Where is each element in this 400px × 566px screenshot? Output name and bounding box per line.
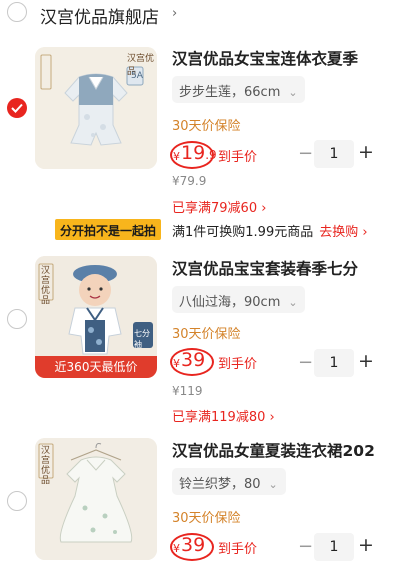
item-2-variant-selector[interactable]: 八仙过海，90cm ⌄ [172, 286, 305, 313]
item-3-price-protection: 30天价保险 [172, 511, 241, 526]
item-1-image[interactable]: 汉宫优品 5A [35, 47, 157, 169]
increase-button[interactable]: + [358, 534, 374, 556]
shop-name[interactable]: 汉宫优品旗舰店 [40, 3, 159, 28]
item-1-quantity-stepper: − 1 + [298, 140, 378, 168]
dress-image-icon [35, 438, 157, 560]
price-integer: 19 [181, 142, 206, 164]
item-2-brand-mark: 汉宫优品 [41, 266, 51, 306]
chevron-right-icon[interactable]: › [172, 6, 177, 21]
item-1-size-tag: 5A [131, 71, 143, 81]
item-1-discount-info[interactable]: 已享满79减60 › [172, 197, 266, 216]
item-1-title[interactable]: 汉宫优品女宝宝连体衣夏季 [172, 47, 397, 69]
item-2-price-protection: 30天价保险 [172, 327, 241, 342]
item-1-price-protection: 30天价保险 [172, 119, 241, 134]
item-1-price-label: 到手价 [218, 150, 258, 165]
quantity-input[interactable]: 1 [314, 349, 354, 377]
promo-row: 分开拍不是一起拍 满1件可换购1.99元商品 去换购 › [0, 219, 400, 241]
item-1-price-value: 19.9 [181, 142, 217, 164]
quantity-input[interactable]: 1 [314, 533, 354, 561]
item-3-quantity-stepper: − 1 + [298, 533, 378, 561]
item-3-title[interactable]: 汉宫优品女童夏装连衣裙202 [172, 439, 397, 461]
price-integer: 39 [181, 534, 206, 556]
item-2-discount-info[interactable]: 已享满119减80 › [172, 406, 275, 425]
item-1-checkbox[interactable] [7, 98, 27, 118]
cart-item-2: 汉宫优品 七分袖 近360天最低价 汉宫优品宝宝套装春季七分 八仙过海，90cm… [0, 256, 400, 426]
decrease-button[interactable]: − [298, 352, 313, 373]
price-integer: 39 [181, 349, 206, 371]
item-3-price-label: 到手价 [218, 542, 258, 557]
item-3-checkbox[interactable] [7, 491, 27, 511]
cart-item-1: 汉宫优品 5A 汉宫优品女宝宝连体衣夏季 步步生莲，66cm ⌄ 30天价保险 ¥… [0, 45, 400, 220]
increase-button[interactable]: + [358, 141, 374, 163]
item-2-sleeve-tag: 七分袖 [134, 329, 150, 349]
item-3-variant-label: 铃兰织梦，80 [179, 477, 261, 492]
lowest-price-tag: 近360天最低价 [35, 356, 157, 378]
increase-button[interactable]: + [358, 350, 374, 372]
item-2-quantity-stepper: − 1 + [298, 349, 378, 377]
quantity-input[interactable]: 1 [314, 140, 354, 168]
price-decimal: .9 [205, 148, 217, 162]
chevron-down-icon: ⌄ [288, 86, 298, 99]
promo-description: 满1件可换购1.99元商品 [172, 225, 314, 240]
shop-select-checkbox[interactable] [7, 2, 27, 22]
item-2-image[interactable]: 汉宫优品 七分袖 近360天最低价 [35, 256, 157, 378]
exchange-link[interactable]: 去换购 › [319, 225, 367, 240]
item-2-price-label: 到手价 [218, 357, 258, 372]
item-3-brand-mark: 汉宫优品 [41, 446, 51, 486]
decrease-button[interactable]: − [298, 536, 313, 557]
item-2-price-value: 39 [181, 349, 205, 371]
item-2-checkbox[interactable] [7, 309, 27, 329]
promo-badge: 分开拍不是一起拍 [55, 219, 162, 240]
item-3-image[interactable]: 汉宫优品 [35, 438, 157, 560]
cart-item-3: 汉宫优品 汉宫优品女童夏装连衣裙202 铃兰织梦，80 ⌄ 30天价保险 ¥ 39… [0, 438, 400, 566]
decrease-button[interactable]: − [298, 143, 313, 164]
item-1-variant-selector[interactable]: 步步生莲，66cm ⌄ [172, 76, 305, 103]
item-3-price-value: 39 [181, 534, 205, 556]
item-3-variant-selector[interactable]: 铃兰织梦，80 ⌄ [172, 468, 286, 495]
currency-symbol: ¥ [173, 542, 180, 555]
promo-text: 满1件可换购1.99元商品 去换购 › [172, 221, 368, 240]
chevron-down-icon: ⌄ [288, 296, 298, 309]
item-2-original-price: ¥119 [172, 384, 203, 398]
currency-symbol: ¥ [173, 150, 180, 163]
item-2-variant-label: 八仙过海，90cm [179, 295, 281, 310]
currency-symbol: ¥ [173, 357, 180, 370]
check-icon [11, 103, 23, 113]
chevron-down-icon: ⌄ [268, 478, 278, 491]
item-1-variant-label: 步步生莲，66cm [179, 85, 281, 100]
item-2-title[interactable]: 汉宫优品宝宝套装春季七分 [172, 257, 397, 279]
shop-header[interactable]: 汉宫优品旗舰店 › [0, 0, 400, 30]
item-1-original-price: ¥79.9 [172, 174, 207, 188]
